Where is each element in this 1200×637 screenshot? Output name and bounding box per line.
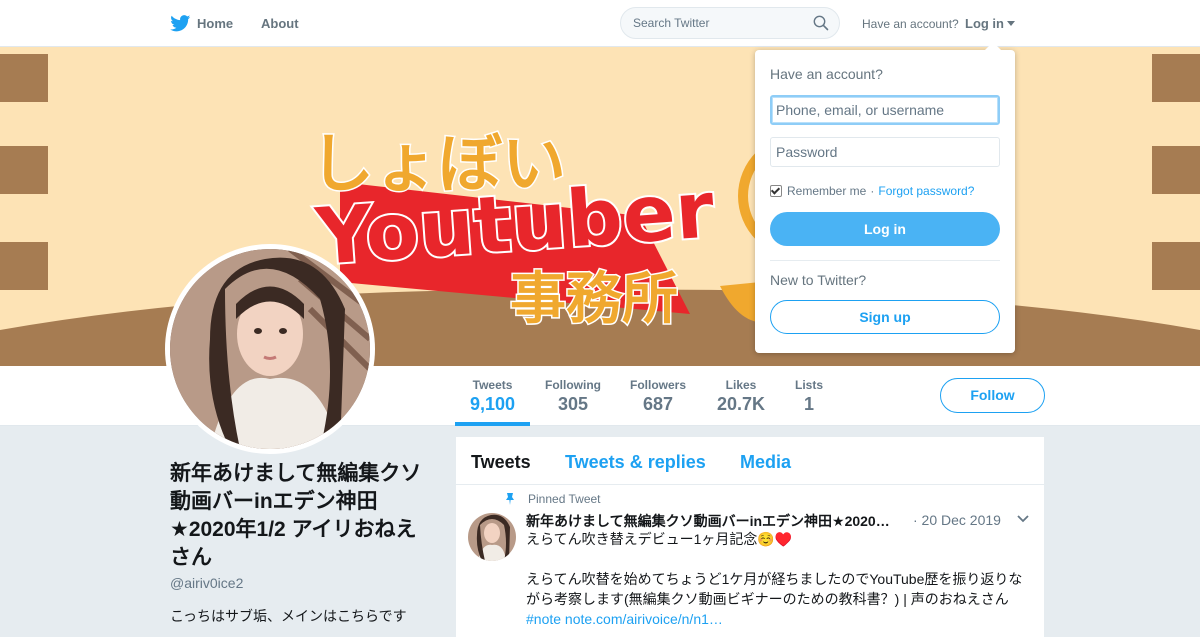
profile-handle[interactable]: @airiv0ice2: [170, 575, 243, 591]
dropdown-arrow: [985, 42, 1001, 50]
login-dropdown: Have an account? Phone, email, or userna…: [755, 50, 1015, 353]
stat-label: Following: [545, 378, 601, 392]
pinned-label: Pinned Tweet: [504, 492, 601, 506]
stat-value: 687: [642, 394, 674, 414]
timeline-tabs: Tweets Tweets & replies Media: [456, 437, 1044, 485]
tweet-author-name[interactable]: 新年あけまして無編集クソ動画バーinエデン神田★2020年1/2 アイリおねえさ…: [526, 511, 901, 531]
stat-lists[interactable]: Lists 1: [795, 378, 823, 415]
tab-media[interactable]: Media: [740, 452, 791, 473]
banner-text-line3: 事務所: [510, 267, 678, 332]
nav-home-link[interactable]: Home: [170, 13, 233, 33]
stat-label: Tweets: [472, 378, 513, 392]
login-toggle-label: Log in: [965, 16, 1004, 31]
name-line: さん: [170, 546, 212, 569]
stat-following[interactable]: Following 305: [545, 378, 601, 415]
pin-icon: [506, 493, 514, 505]
stat-tweets[interactable]: Tweets 9,100: [470, 378, 515, 415]
avatar-photo: [170, 249, 370, 449]
profile-display-name: 新年あけまして無編集クソ 動画バーinエデン神田 ★2020年1/2 アイリおね…: [170, 460, 440, 572]
tweet-link[interactable]: #note note.com/airivoice/n/n1…: [526, 609, 1031, 629]
username-field[interactable]: Phone, email, or username: [770, 95, 1000, 125]
stat-value: 305: [557, 394, 589, 414]
nav-home-label: Home: [197, 15, 234, 31]
tweet-text-line: えらてん吹き替えデビュー1ヶ月記念☺️♥️: [526, 531, 793, 547]
login-button[interactable]: Log in: [770, 212, 1000, 246]
login-dropdown-toggle[interactable]: Log in: [965, 16, 1015, 31]
signup-button[interactable]: Sign up: [770, 300, 1000, 334]
remember-me-checkbox[interactable]: [770, 185, 782, 197]
stat-value: 1: [804, 394, 815, 414]
remember-me-row: Remember me · Forgot password?: [770, 184, 974, 198]
tab-tweets-replies[interactable]: Tweets & replies: [565, 452, 706, 473]
search-icon[interactable]: [813, 15, 829, 31]
tweet-text-line: がら考察します(無編集クソ動画ビギナーのための教科書？) | 声のおねえさん: [526, 591, 1009, 607]
twitter-bird-icon: [170, 14, 191, 31]
active-stat-underline: [455, 422, 530, 426]
stat-label: Followers: [630, 378, 687, 392]
stat-value: 20.7K: [717, 394, 766, 414]
profile-avatar[interactable]: [165, 244, 375, 454]
follow-button[interactable]: Follow: [940, 378, 1045, 413]
timeline: Tweets Tweets & replies Media Pinned Twe…: [456, 437, 1044, 637]
stat-label: Likes: [725, 378, 757, 392]
tweet-text-line: えらてん吹替を始めてちょうど1ケ月が経ちましたのでYouTube歴を振り返りな: [526, 571, 1023, 587]
search-input[interactable]: Search Twitter: [620, 7, 840, 39]
name-line: 動画バーinエデン神田: [170, 490, 378, 513]
stat-followers[interactable]: Followers 687: [630, 378, 686, 415]
stat-label: Lists: [795, 378, 824, 392]
caret-down-icon: [1007, 21, 1015, 26]
stat-likes[interactable]: Likes 20.7K: [717, 378, 765, 415]
search-placeholder: Search Twitter: [633, 16, 710, 30]
new-to-twitter-text: New to Twitter?: [770, 272, 867, 288]
stat-value: 9,100: [470, 394, 516, 414]
profile-bio: こっちはサブ垢、メインはこちらです: [170, 608, 407, 624]
pinned-text: Pinned Tweet: [528, 492, 601, 506]
tab-tweets[interactable]: Tweets: [471, 452, 531, 473]
top-navigation-bar: Home About Search Twitter Have an accoun…: [0, 0, 1200, 47]
divider: [770, 260, 1000, 261]
forgot-password-link[interactable]: Forgot password?: [878, 184, 974, 198]
have-account-text: Have an account?: [862, 17, 959, 31]
name-line: 新年あけまして無編集クソ: [170, 462, 422, 485]
name-line: ★2020年1/2 アイリおねえ: [170, 518, 417, 541]
chevron-down-icon[interactable]: [1017, 515, 1029, 523]
dropdown-title: Have an account?: [770, 66, 883, 82]
separator-dot: ·: [870, 184, 875, 198]
remember-me-label: Remember me: [787, 184, 867, 198]
tweet-avatar[interactable]: [468, 513, 516, 561]
tweet-date[interactable]: · 20 Dec 2019: [913, 512, 1001, 528]
password-field[interactable]: Password: [770, 137, 1000, 167]
nav-about-link[interactable]: About: [261, 16, 299, 31]
